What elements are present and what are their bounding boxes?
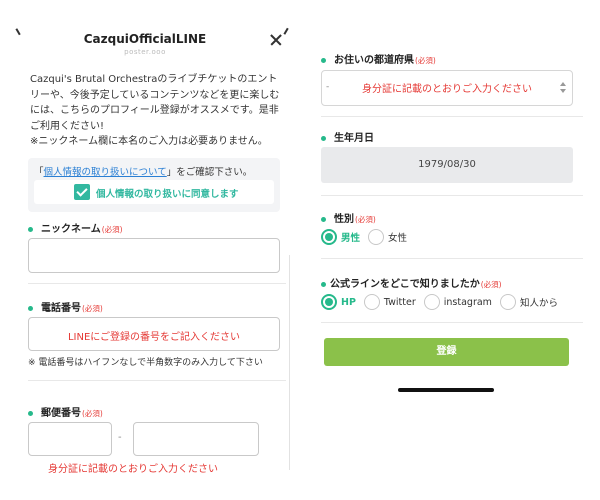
radio-label[interactable]: 男性 [341, 230, 360, 244]
postal-input-second[interactable] [133, 422, 259, 456]
consent-prefix: 「 [34, 167, 44, 178]
divider [321, 322, 583, 323]
consent-box: 「個人情報の取り扱いについて」をご確認下さい。 個人情報の取り扱いに同意します [28, 158, 280, 212]
divider [321, 116, 583, 117]
nickname-label: ニックネーム(必須) [28, 220, 123, 235]
divider [28, 283, 286, 284]
postal-note: 身分証に記載のとおりご入力ください [48, 464, 218, 475]
source-option-twitter[interactable]: Twitter [363, 294, 416, 310]
radio-button[interactable] [321, 294, 337, 310]
source-option-instagram[interactable]: instagram [423, 294, 492, 310]
phone-placeholder: LINEにご登録の番号をご記入ください [67, 332, 241, 343]
source-option-friend[interactable]: 知人から [499, 294, 558, 310]
radio-label[interactable]: Twitter [384, 297, 416, 308]
prefecture-label-text: お住いの都道府県 [334, 55, 414, 66]
intro-line-1: Cazqui's Brutal Orchestraのライブチケットのエントリーや… [30, 74, 280, 132]
radio-label[interactable]: 女性 [388, 230, 407, 244]
close-icon[interactable] [266, 30, 286, 50]
consent-text: 「個人情報の取り扱いについて」をご確認下さい。 [34, 164, 252, 178]
intro-line-2: ※ニックネーム欄に本名のご入力は必要ありません。 [30, 136, 268, 147]
consent-checkbox-row[interactable]: 個人情報の取り扱いに同意します [34, 180, 274, 204]
submit-button[interactable]: 登録 [324, 338, 569, 366]
prefecture-placeholder: 身分証に記載のとおりご入力ください [362, 84, 532, 95]
scrollbar-track [289, 255, 290, 470]
required-tag: (必須) [101, 225, 123, 234]
phone-input[interactable]: LINEにご登録の番号をご記入ください [28, 317, 280, 351]
home-indicator-bar [398, 388, 494, 392]
radio-button[interactable] [368, 229, 385, 245]
bullet-dot-icon [28, 305, 33, 311]
gender-radio-group: 男性 女性 [321, 229, 415, 245]
divider [321, 258, 583, 259]
bullet-dot-icon [321, 57, 326, 63]
birthday-label-text: 生年月日 [334, 133, 374, 144]
birthday-field: 1979/08/30 [321, 147, 573, 183]
privacy-policy-link[interactable]: 個人情報の取り扱いについて [44, 167, 167, 178]
gender-label: 性別(必須) [321, 210, 376, 225]
source-label-text: 公式ラインをどこで知りましたか [330, 279, 480, 290]
gender-option-male[interactable]: 男性 [321, 229, 360, 245]
radio-label[interactable]: instagram [444, 297, 492, 308]
select-arrows-icon [559, 81, 567, 95]
bullet-dot-icon [28, 226, 33, 232]
prefecture-label: お住いの都道府県(必須) [321, 51, 436, 66]
consent-checkbox-label[interactable]: 個人情報の取り扱いに同意します [96, 186, 239, 200]
bullet-dot-icon [28, 410, 33, 416]
postal-separator: - [118, 432, 122, 443]
source-label: 公式ラインをどこで知りましたか(必須) [321, 275, 502, 290]
bullet-dot-icon [321, 135, 326, 141]
required-tag: (必須) [480, 280, 502, 289]
phone-note: ※ 電話番号はハイフンなしで半角数字のみ入力して下さい [28, 358, 263, 368]
page-title: CazquiOfficialLINE [83, 32, 207, 46]
required-tag: (必須) [82, 409, 103, 418]
radio-label[interactable]: 知人から [520, 295, 558, 309]
radio-button[interactable] [363, 294, 380, 310]
postal-label-text: 郵便番号 [41, 408, 81, 419]
divider [321, 195, 583, 196]
source-option-hp[interactable]: HP [321, 294, 356, 310]
postal-label: 郵便番号(必須) [28, 404, 103, 419]
radio-button[interactable] [423, 294, 440, 310]
gender-option-female[interactable]: 女性 [368, 229, 407, 245]
right-panel: お住いの都道府県(必須) - 身分証に記載のとおりご入力ください 生年月日 19… [300, 0, 600, 500]
phone-label: 電話番号(必須) [28, 299, 103, 314]
required-tag: (必須) [82, 304, 103, 313]
page-subtitle: poster.ooo [124, 48, 166, 56]
radio-button[interactable] [499, 294, 516, 310]
left-panel: CazquiOfficialLINE poster.ooo Cazqui's B… [0, 0, 290, 475]
required-tag: (必須) [415, 56, 436, 65]
prefecture-select[interactable]: - 身分証に記載のとおりご入力ください [321, 70, 573, 106]
required-tag: (必須) [355, 215, 376, 224]
birthday-label: 生年月日 [321, 129, 374, 144]
divider [28, 380, 286, 381]
phone-label-text: 電話番号 [41, 303, 81, 314]
consent-checkbox[interactable] [74, 184, 90, 200]
consent-suffix: 」をご確認下さい。 [166, 167, 253, 178]
bullet-dot-icon [321, 216, 326, 222]
gender-label-text: 性別 [334, 214, 354, 225]
nickname-input[interactable] [28, 238, 280, 273]
source-radio-group: HP Twitter instagram 知人から [321, 294, 566, 310]
nickname-label-text: ニックネーム [41, 224, 101, 235]
postal-input-first[interactable] [28, 422, 112, 456]
intro-text: Cazqui's Brutal Orchestraのライブチケットのエントリーや… [30, 72, 282, 150]
bullet-dot-icon [321, 281, 326, 287]
radio-button[interactable] [321, 229, 337, 245]
radio-label[interactable]: HP [341, 297, 356, 308]
